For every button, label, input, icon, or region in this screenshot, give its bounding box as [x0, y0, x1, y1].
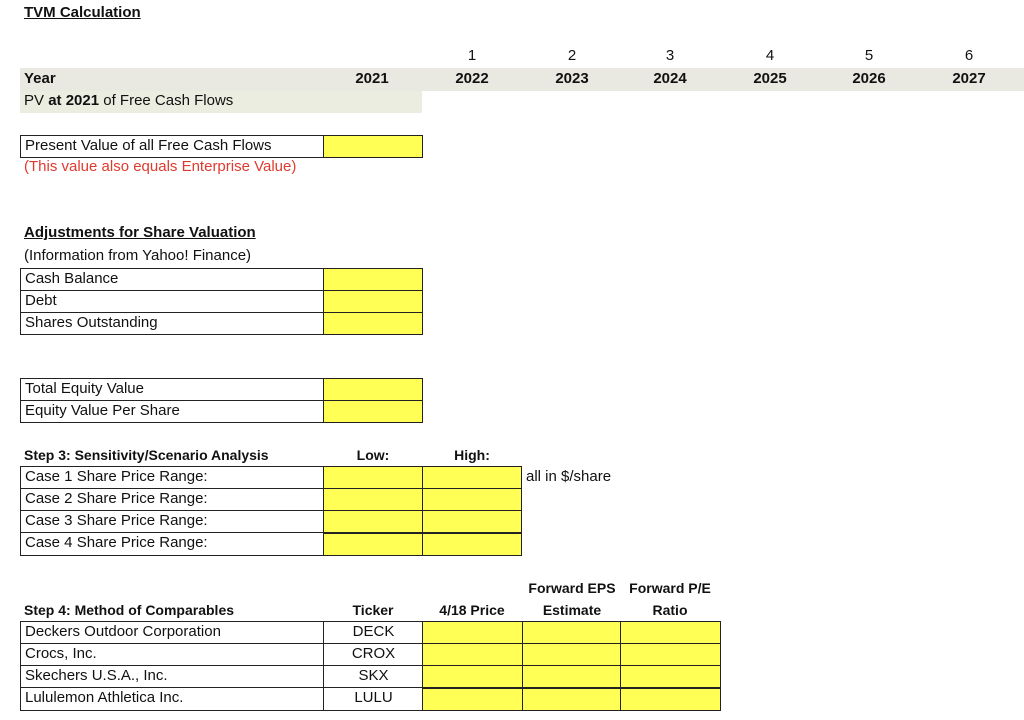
low-header: Low: — [356, 447, 390, 463]
eps-input[interactable] — [522, 643, 621, 666]
period-number: 2 — [567, 47, 577, 64]
pe-input[interactable] — [620, 643, 721, 666]
ticker-cell: LULU — [354, 689, 393, 706]
case-2-high-input[interactable] — [422, 488, 522, 511]
high-header: High: — [454, 447, 490, 463]
equity-table: Total Equity Value Equity Value Per Shar… — [20, 378, 324, 423]
eps-input[interactable] — [522, 621, 621, 644]
pv-total-label-cell: Present Value of all Free Cash Flows — [20, 135, 324, 158]
year-label: Year — [24, 70, 56, 87]
pv-row-label: PV at 2021 of Free Cash Flows — [24, 90, 233, 112]
pe-header-line2: Ratio — [652, 602, 688, 618]
eps-header-line2: Estimate — [542, 602, 602, 618]
company-name: Lululemon Athletica Inc. — [25, 689, 184, 706]
case-4-low-input[interactable] — [323, 533, 423, 556]
debt-input[interactable] — [323, 290, 423, 313]
adjustments-heading: Adjustments for Share Valuation — [24, 224, 256, 241]
period-number: 3 — [665, 47, 675, 64]
company-name: Deckers Outdoor Corporation — [25, 623, 221, 640]
shares-outstanding-label: Shares Outstanding — [25, 314, 158, 331]
case-label: Case 1 Share Price Range: — [25, 468, 208, 485]
case-3-low-input[interactable] — [323, 510, 423, 533]
comparables-heading: Step 4: Method of Comparables — [24, 602, 235, 618]
pv-label-suffix: of Free Cash Flows — [99, 92, 234, 109]
company-name: Crocs, Inc. — [25, 645, 97, 662]
cash-balance-input[interactable] — [323, 268, 423, 291]
year-cell[interactable]: 2022 — [422, 68, 522, 90]
period-number: 5 — [864, 47, 874, 64]
year-cell[interactable]: 2027 — [919, 68, 1019, 90]
year-cell[interactable]: 2021 — [322, 68, 422, 90]
price-input[interactable] — [422, 688, 523, 711]
shares-outstanding-input[interactable] — [323, 312, 423, 335]
case-label: Case 3 Share Price Range: — [25, 512, 208, 529]
total-equity-input[interactable] — [323, 378, 423, 401]
unit-note: all in $/share — [526, 468, 612, 485]
year-cell[interactable]: 2025 — [720, 68, 820, 90]
pe-input[interactable] — [620, 621, 721, 644]
year-cell[interactable]: 2024 — [620, 68, 720, 90]
sheet-title: TVM Calculation — [24, 4, 141, 21]
case-1-high-input[interactable] — [422, 466, 522, 489]
sensitivity-heading: Step 3: Sensitivity/Scenario Analysis — [24, 447, 269, 463]
eps-input[interactable] — [522, 688, 621, 711]
ticker-cell: DECK — [352, 623, 395, 640]
price-input[interactable] — [422, 643, 523, 666]
case-2-low-input[interactable] — [323, 488, 423, 511]
total-equity-label: Total Equity Value — [25, 380, 144, 397]
ticker-header: Ticker — [352, 602, 394, 618]
adjustments-table: Cash Balance Debt Shares Outstanding — [20, 268, 324, 335]
pv-total-label: Present Value of all Free Cash Flows — [25, 137, 272, 154]
cash-balance-label: Cash Balance — [25, 270, 119, 287]
debt-label: Debt — [25, 292, 57, 309]
price-input[interactable] — [422, 621, 523, 644]
price-input[interactable] — [422, 665, 523, 688]
equity-per-share-input[interactable] — [323, 400, 423, 423]
case-3-high-input[interactable] — [422, 510, 522, 533]
case-label: Case 2 Share Price Range: — [25, 490, 208, 507]
ticker-cell: SKX — [358, 667, 389, 684]
pe-input[interactable] — [620, 688, 721, 711]
ticker-cell: CROX — [351, 645, 396, 662]
period-number: 1 — [467, 47, 477, 64]
case-4-high-input[interactable] — [422, 533, 522, 556]
enterprise-value-note: (This value also equals Enterprise Value… — [24, 158, 297, 175]
pv-label-bold: at 2021 — [48, 92, 100, 109]
pv-label-prefix: PV — [24, 92, 49, 109]
pe-input[interactable] — [620, 665, 721, 688]
period-number: 4 — [765, 47, 775, 64]
price-header: 4/18 Price — [439, 602, 505, 618]
equity-per-share-label: Equity Value Per Share — [25, 402, 180, 419]
eps-input[interactable] — [522, 665, 621, 688]
eps-header-line1: Forward EPS — [528, 580, 616, 596]
adjustments-source-note: (Information from Yahoo! Finance) — [24, 247, 252, 264]
pe-header-line1: Forward P/E — [629, 580, 711, 596]
case-1-low-input[interactable] — [323, 466, 423, 489]
comparables-table: Deckers Outdoor Corporation DECK Crocs, … — [20, 621, 423, 711]
year-cell[interactable]: 2026 — [819, 68, 919, 90]
company-name: Skechers U.S.A., Inc. — [25, 667, 168, 684]
year-cell[interactable]: 2023 — [522, 68, 622, 90]
case-label: Case 4 Share Price Range: — [25, 534, 208, 551]
sensitivity-table: Case 1 Share Price Range: Case 2 Share P… — [20, 466, 324, 556]
pv-total-input[interactable] — [323, 135, 423, 158]
period-number: 6 — [964, 47, 974, 64]
